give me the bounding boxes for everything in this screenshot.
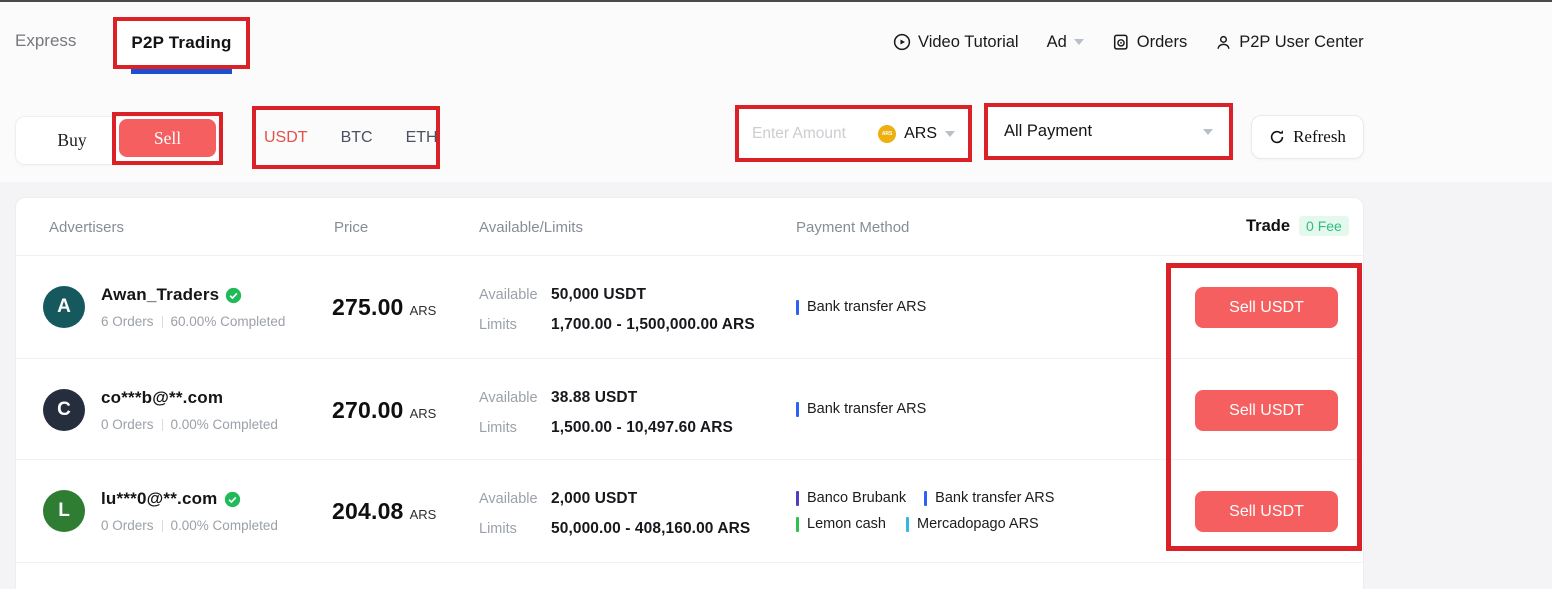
advertiser-name[interactable]: co***b@**.com bbox=[101, 388, 223, 408]
available-limits: Available2,000 USDT Limits50,000.00 - 40… bbox=[479, 484, 750, 544]
table-row: L lu***0@**.com 0 Orders0.00% Completed … bbox=[16, 460, 1363, 563]
col-header-price: Price bbox=[334, 219, 368, 236]
avatar-initial: A bbox=[57, 296, 71, 318]
amount-input[interactable] bbox=[752, 125, 878, 143]
sell-usdt-button[interactable]: Sell USDT bbox=[1195, 390, 1338, 431]
coin-tab-usdt[interactable]: USDT bbox=[264, 129, 308, 147]
payment-color-bar bbox=[924, 491, 927, 506]
col-header-trade: Trade bbox=[1246, 217, 1290, 236]
avatar-initial: C bbox=[57, 399, 71, 421]
tab-express[interactable]: Express bbox=[15, 31, 76, 51]
chevron-down-icon bbox=[1074, 39, 1084, 45]
table-row: C co***b@**.com 0 Orders0.00% Completed … bbox=[16, 359, 1363, 460]
advertiser-name[interactable]: Awan_Traders bbox=[101, 285, 219, 305]
orders-icon bbox=[1112, 33, 1130, 51]
refresh-label: Refresh bbox=[1293, 127, 1346, 147]
advertiser-name[interactable]: lu***0@**.com bbox=[101, 489, 218, 509]
p2p-user-center-label: P2P User Center bbox=[1239, 33, 1363, 52]
refresh-icon bbox=[1269, 129, 1285, 145]
sell-usdt-button[interactable]: Sell USDT bbox=[1195, 491, 1338, 532]
payment-filter-value: All Payment bbox=[1004, 122, 1092, 141]
advertiser-stats: 0 Orders0.00% Completed bbox=[101, 518, 278, 533]
chevron-down-icon bbox=[945, 131, 955, 137]
orders-link[interactable]: Orders bbox=[1112, 33, 1187, 52]
available-limits: Available38.88 USDT Limits1,500.00 - 10,… bbox=[479, 383, 733, 443]
window-top-edge bbox=[0, 0, 1552, 2]
offers-table: Advertisers Price Available/Limits Payme… bbox=[15, 197, 1364, 589]
payment-methods: Bank transfer ARS bbox=[796, 359, 926, 459]
play-circle-icon bbox=[893, 33, 911, 51]
ad-menu[interactable]: Ad bbox=[1047, 33, 1084, 52]
coin-tab-btc[interactable]: BTC bbox=[341, 129, 373, 147]
annotation-payment-filter: All Payment bbox=[984, 103, 1233, 160]
payment-color-bar bbox=[796, 491, 799, 506]
payment-methods: Banco Brubank Bank transfer ARS Lemon ca… bbox=[796, 460, 1054, 562]
annotation-coin-tabs: USDT BTC ETH bbox=[252, 106, 440, 169]
col-header-payment-method: Payment Method bbox=[796, 219, 909, 236]
price: 270.00 ARS bbox=[332, 397, 436, 424]
col-header-advertisers: Advertisers bbox=[49, 219, 124, 236]
video-tutorial-link[interactable]: Video Tutorial bbox=[893, 33, 1019, 52]
avatar-initial: L bbox=[58, 500, 70, 522]
sell-tab[interactable]: Sell bbox=[119, 119, 216, 157]
payment-color-bar bbox=[906, 517, 909, 532]
price: 275.00 ARS bbox=[332, 294, 436, 321]
col-header-available-limits: Available/Limits bbox=[479, 219, 583, 236]
avatar[interactable]: L bbox=[43, 490, 85, 532]
table-row: A Awan_Traders 6 Orders60.00% Completed … bbox=[16, 256, 1363, 359]
coin-tab-eth[interactable]: ETH bbox=[406, 129, 438, 147]
chevron-down-icon bbox=[1203, 129, 1213, 135]
payment-color-bar bbox=[796, 300, 799, 315]
active-tab-underline bbox=[131, 69, 232, 74]
avatar[interactable]: A bbox=[43, 286, 85, 328]
payment-color-bar bbox=[796, 517, 799, 532]
payment-methods: Bank transfer ARS bbox=[796, 256, 926, 358]
verified-badge-icon bbox=[225, 287, 242, 304]
fiat-selector[interactable]: ARS ARS bbox=[878, 125, 955, 143]
p2p-user-center-link[interactable]: P2P User Center bbox=[1215, 33, 1363, 52]
sell-usdt-button[interactable]: Sell USDT bbox=[1195, 287, 1338, 328]
refresh-button[interactable]: Refresh bbox=[1251, 115, 1364, 159]
advertiser-stats: 6 Orders60.00% Completed bbox=[101, 314, 285, 329]
advertiser-stats: 0 Orders0.00% Completed bbox=[101, 417, 278, 432]
top-right-nav: Video Tutorial Ad Orders P2P User Center bbox=[893, 27, 1364, 57]
payment-color-bar bbox=[796, 402, 799, 417]
video-tutorial-label: Video Tutorial bbox=[918, 33, 1019, 52]
user-icon bbox=[1215, 34, 1232, 51]
price: 204.08 ARS bbox=[332, 498, 436, 525]
payment-filter-dropdown[interactable]: All Payment bbox=[988, 107, 1229, 156]
verified-badge-icon bbox=[224, 491, 241, 508]
orders-label: Orders bbox=[1137, 33, 1187, 52]
tab-p2p-trading[interactable]: P2P Trading bbox=[131, 33, 231, 53]
ad-label: Ad bbox=[1047, 33, 1067, 52]
avatar[interactable]: C bbox=[43, 389, 85, 431]
annotation-amount-input: ARS ARS bbox=[735, 105, 972, 162]
ars-coin-icon: ARS bbox=[878, 125, 896, 143]
fiat-label: ARS bbox=[904, 125, 937, 143]
zero-fee-badge: 0 Fee bbox=[1299, 216, 1349, 236]
available-limits: Available50,000 USDT Limits1,700.00 - 1,… bbox=[479, 280, 755, 340]
annotation-p2p-trading: P2P Trading bbox=[113, 17, 250, 69]
